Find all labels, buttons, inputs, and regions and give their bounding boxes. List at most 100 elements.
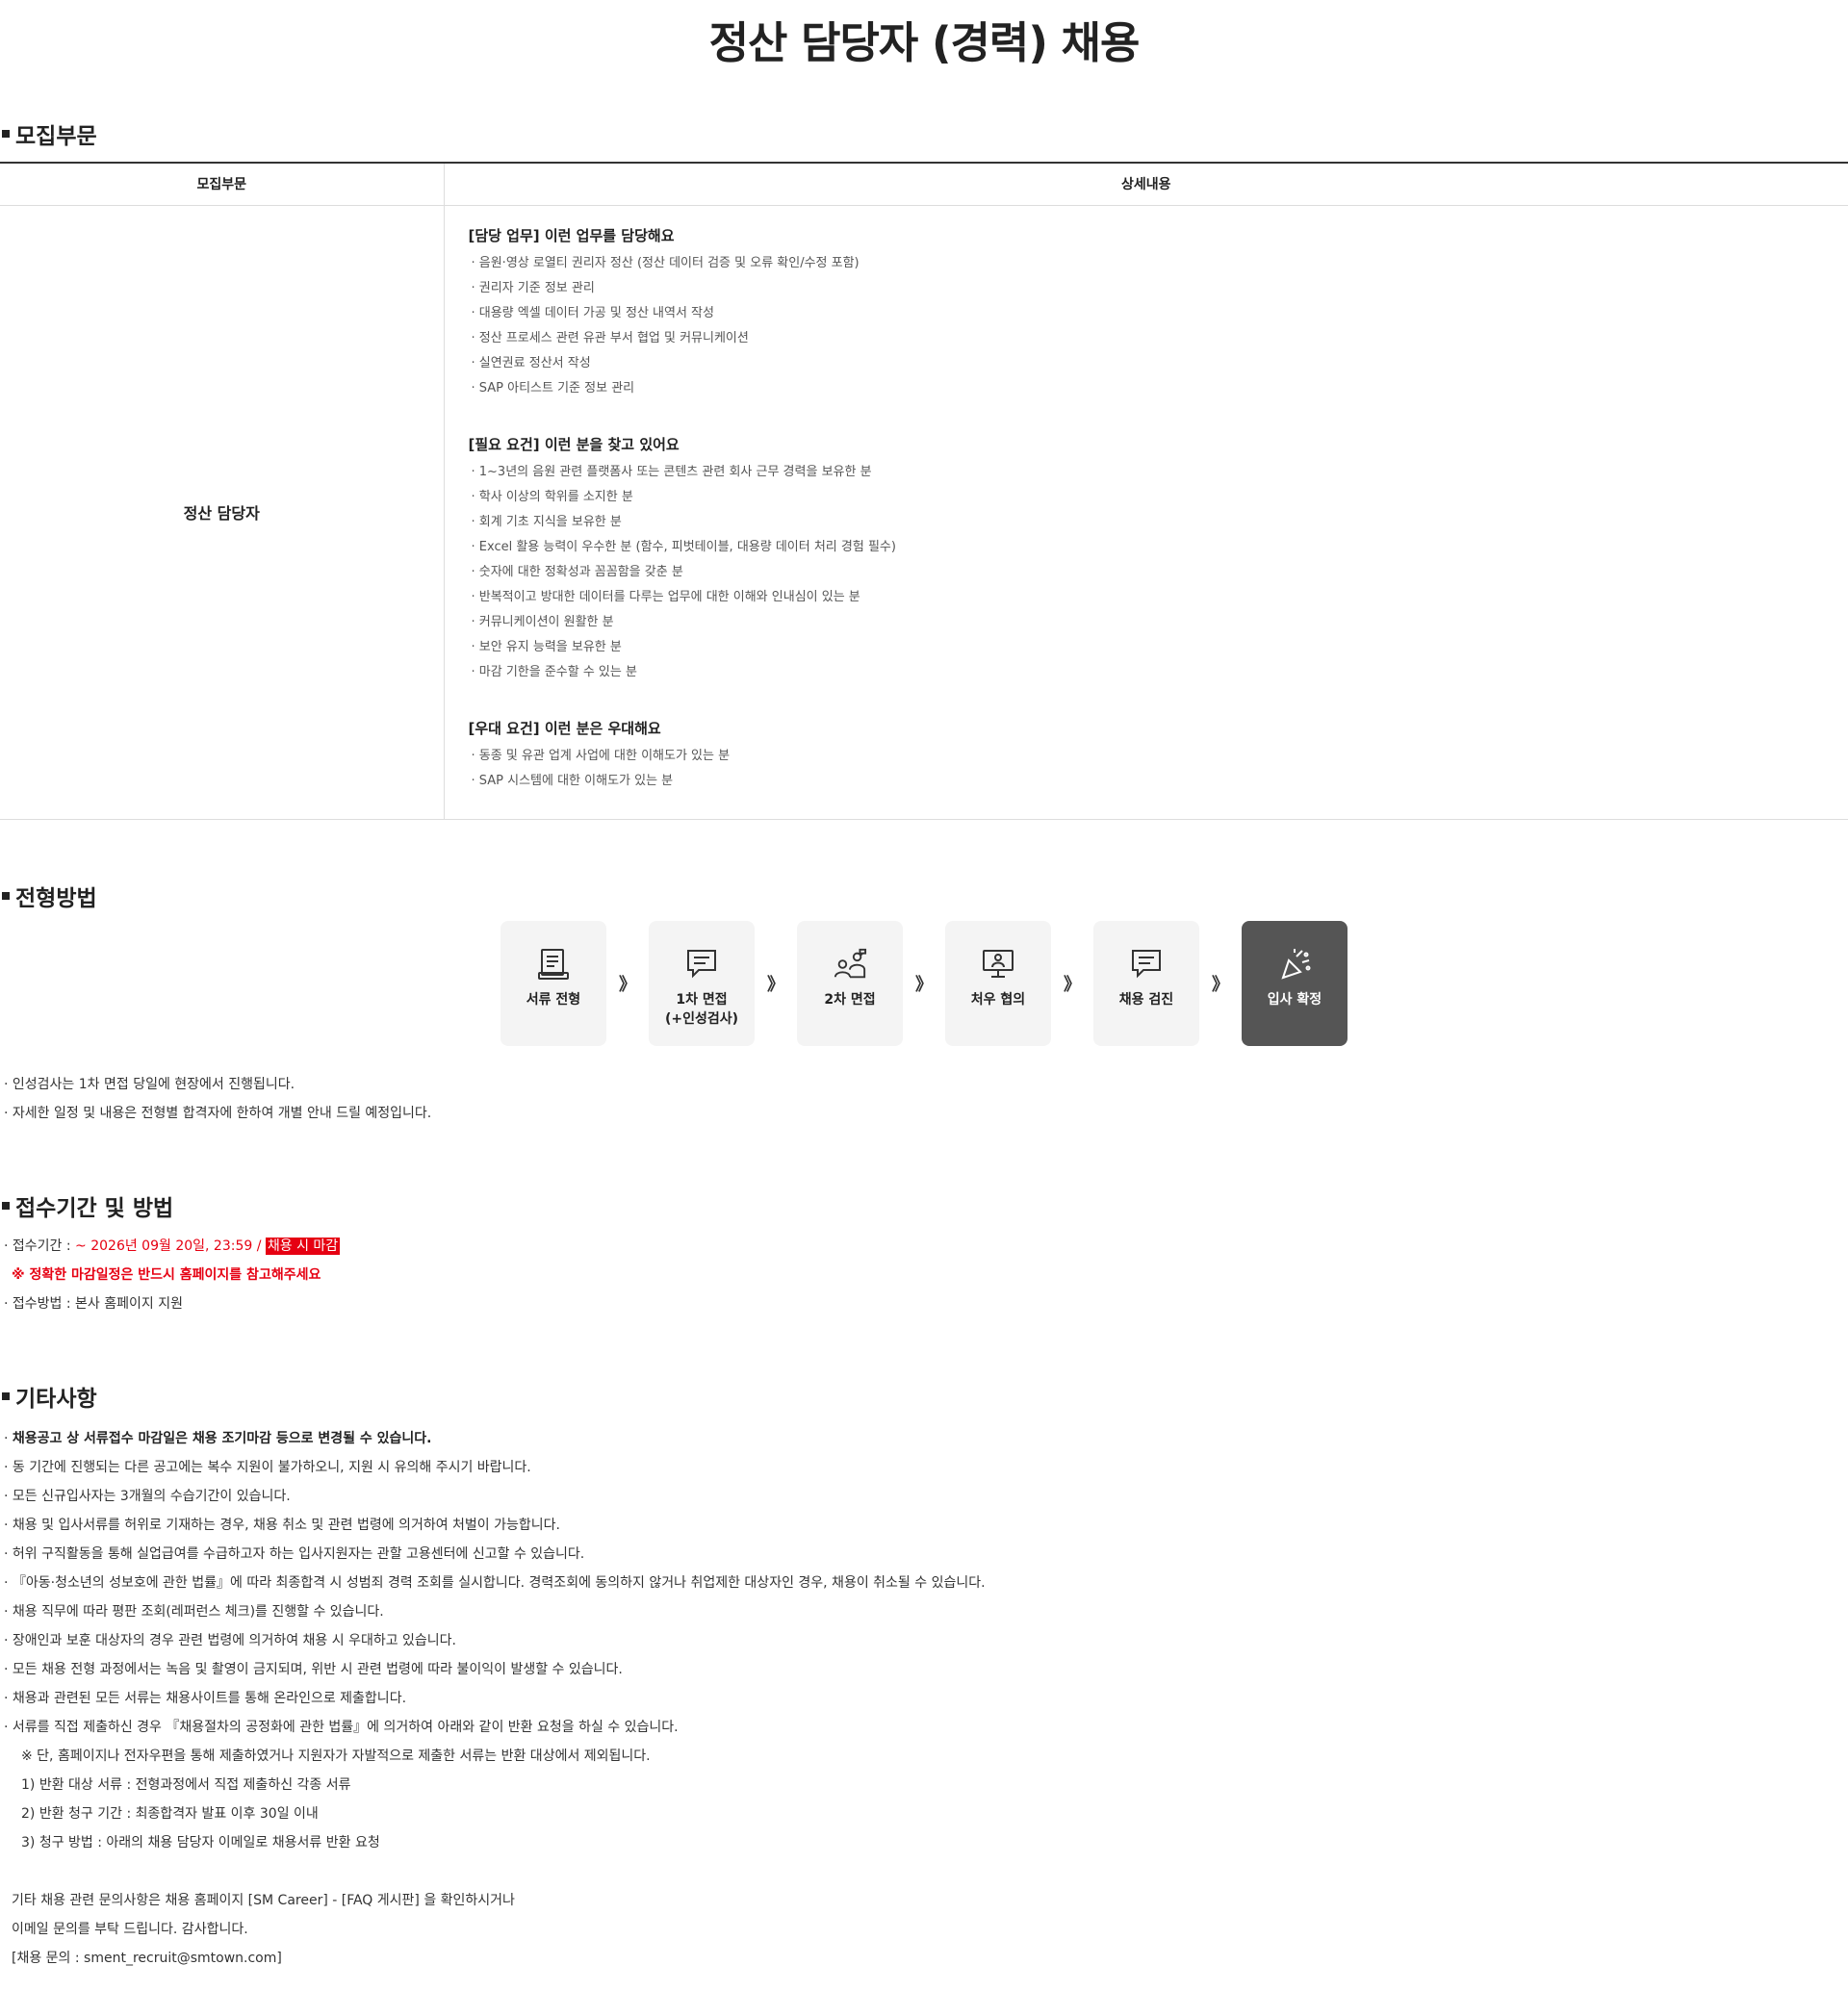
- step-label: 서류 전형: [526, 992, 581, 1008]
- chat-bubble-icon: [1129, 946, 1164, 983]
- list-item: · 채용 및 입사서류를 허위로 기재하는 경우, 채용 취소 및 관련 법령에…: [4, 1518, 560, 1533]
- section-etc-title: 기타사항: [15, 1387, 97, 1412]
- list-item: · 대용량 엑셀 데이터 가공 및 정산 내역서 작성: [471, 305, 714, 320]
- list-item: · 숫자에 대한 정확성과 꼼꼼함을 갖춘 분: [471, 564, 683, 579]
- list-item: · 서류를 직접 제출하신 경우 『채용절차의 공정화에 관한 법률』에 의거하…: [4, 1720, 679, 1735]
- col-header-detail: 상세내용: [444, 163, 1848, 206]
- sub-list-item: 2) 반환 청구 기간 : 최종합격자 발표 이후 30일 이내: [21, 1806, 319, 1822]
- list-item: · 허위 구직활동을 통해 실업급여를 수급하고자 하는 입사지원자는 관할 고…: [4, 1546, 585, 1562]
- list-item: · 채용과 관련된 모든 서류는 채용사이트를 통해 온라인으로 제출합니다.: [4, 1691, 407, 1706]
- section-recruit-title: 모집부문: [15, 124, 97, 149]
- step-label: 1차 면접 (+인성검사): [665, 990, 738, 1029]
- list-item: · 채용 직무에 따라 평판 조회(레퍼런스 체크)를 진행할 수 있습니다.: [4, 1604, 384, 1620]
- list-item: · 반복적이고 방대한 데이터를 다루는 업무에 대한 이해와 인내심이 있는 …: [471, 589, 860, 604]
- section-apply-title: 접수기간 및 방법: [15, 1196, 174, 1221]
- step-label: 처우 협의: [970, 992, 1026, 1008]
- section-process-heading: 전형방법: [0, 880, 97, 912]
- col-header-position: 모집부문: [0, 163, 445, 206]
- apply-period-value: ~ 2026년 09월 20일, 23:59 /: [75, 1238, 266, 1254]
- list-item: · 실연권료 정산서 작성: [471, 355, 591, 370]
- list-item: · 모든 신규입사자는 3개월의 수습기간이 있습니다.: [4, 1489, 291, 1504]
- step-first-interview: 1차 면접 (+인성검사): [649, 921, 755, 1046]
- step-second-interview: 2차 면접: [797, 921, 903, 1046]
- list-item: · 1~3년의 음원 관련 플랫폼사 또는 콘텐츠 관련 회사 근무 경력을 보…: [471, 464, 872, 479]
- duties-block: [담당 업무] 이런 업무를 담당해요 · 음원·영상 로열티 권리자 정산 (…: [469, 225, 1848, 401]
- step-document-screening: 서류 전형: [500, 921, 606, 1046]
- contact-line: 기타 채용 관련 문의사항은 채용 홈페이지 [SM Career] - [FA…: [12, 1893, 515, 1908]
- list-item: · 학사 이상의 학위를 소지한 분: [471, 489, 633, 504]
- list-item: · 권리자 기준 정보 관리: [471, 280, 595, 295]
- party-popper-icon: [1277, 946, 1312, 983]
- apply-period-label: · 접수기간 :: [4, 1238, 76, 1254]
- position-cell: 정산 담당자: [0, 205, 445, 820]
- section-apply-heading: 접수기간 및 방법: [0, 1189, 173, 1222]
- section-process-title: 전형방법: [15, 886, 97, 911]
- list-item: · 인성검사는 1차 면접 당일에 현장에서 진행됩니다.: [4, 1077, 295, 1092]
- square-bullet-icon: [2, 130, 10, 138]
- list-item: · 회계 기초 지식을 보유한 분: [471, 514, 622, 529]
- sub-list-item: ※ 단, 홈페이지나 전자우편을 통해 제출하였거나 지원자가 자발적으로 제출…: [21, 1749, 651, 1764]
- list-item: · 커뮤니케이션이 원활한 분: [471, 614, 614, 629]
- step-arrow: 》: [1212, 975, 1229, 995]
- duties-title: [담당 업무] 이런 업무를 담당해요: [468, 226, 675, 244]
- sub-list-item: 1) 반환 대상 서류 : 전형과정에서 직접 제출하신 각종 서류: [21, 1777, 351, 1793]
- list-item: · 음원·영상 로열티 권리자 정산 (정산 데이터 검증 및 오류 확인/수정…: [471, 255, 860, 270]
- preferred-title: [우대 요건] 이런 분은 우대해요: [468, 719, 661, 737]
- etc-bold-text: 채용공고 상 서류접수 마감일은 채용 조기마감 등으로 변경될 수 있습니다.: [12, 1431, 432, 1446]
- step-hire-confirmed: 입사 확정: [1242, 921, 1348, 1046]
- process-notes: · 인성검사는 1차 면접 당일에 현장에서 진행됩니다. · 자세한 일정 및…: [4, 1070, 431, 1128]
- process-steps: 서류 전형 》 1차 면접 (+인성검사) 》 2차 면접 》 처우 협의 》 …: [500, 921, 1348, 1046]
- section-recruit-heading: 모집부문: [0, 117, 97, 150]
- apply-period: · 접수기간 : ~ 2026년 09월 20일, 23:59 / 채용 시 마…: [4, 1232, 341, 1261]
- list-item: · 『아동·청소년의 성보호에 관한 법률』에 따라 최종합격 시 성범죄 경력…: [4, 1575, 986, 1591]
- step-arrow: 》: [915, 975, 933, 995]
- step-label-line1: 1차 면접: [676, 992, 728, 1008]
- deadline-note: ※ 정확한 마감일정은 반드시 홈페이지를 참고해주세요: [12, 1267, 321, 1283]
- step-compensation: 처우 협의: [945, 921, 1051, 1046]
- sub-list-item: 3) 청구 방법 : 아래의 채용 담당자 이메일로 채용서류 반환 요청: [21, 1835, 380, 1851]
- step-medical-check: 채용 검진: [1093, 921, 1199, 1046]
- etc-bold-line: · 채용공고 상 서류접수 마감일은 채용 조기마감 등으로 변경될 수 있습니…: [4, 1424, 986, 1453]
- square-bullet-icon: [2, 1392, 10, 1400]
- section-etc-heading: 기타사항: [0, 1380, 97, 1413]
- square-bullet-icon: [2, 1202, 10, 1210]
- page-title: 정산 담당자 (경력) 채용: [708, 17, 1141, 68]
- step-arrow: 》: [619, 975, 636, 995]
- bullet: ·: [4, 1431, 13, 1446]
- list-item: · 장애인과 보훈 대상자의 경우 관련 법령에 의거하여 채용 시 우대하고 …: [4, 1633, 457, 1648]
- step-label-line2: (+인성검사): [664, 1011, 739, 1027]
- list-item: · 마감 기한을 준수할 수 있는 분: [471, 664, 637, 679]
- requirements-title: [필요 요건] 이런 분을 찾고 있어요: [468, 435, 680, 453]
- step-label: 2차 면접: [824, 992, 876, 1008]
- detail-cell: [담당 업무] 이런 업무를 담당해요 · 음원·영상 로열티 권리자 정산 (…: [444, 205, 1848, 820]
- apply-method: · 접수방법 : 본사 홈페이지 지원: [4, 1296, 183, 1312]
- list-item: · 정산 프로세스 관련 유관 부서 협업 및 커뮤니케이션: [471, 330, 749, 345]
- table-row: 정산 담당자 [담당 업무] 이런 업무를 담당해요 · 음원·영상 로열티 권…: [0, 205, 1848, 820]
- preferred-block: [우대 요건] 이런 분은 우대해요 · 동종 및 유관 업계 사업에 대한 이…: [469, 718, 1848, 794]
- contact-email[interactable]: [채용 문의 : sment_recruit@smtown.com]: [4, 1944, 986, 1973]
- square-bullet-icon: [2, 892, 10, 900]
- list-item: · SAP 아티스트 기준 정보 관리: [471, 380, 635, 396]
- recruit-table: 모집부문 상세내용 정산 담당자 [담당 업무] 이런 업무를 담당해요 · 음…: [0, 162, 1848, 820]
- etc-notes: · 채용공고 상 서류접수 마감일은 채용 조기마감 등으로 변경될 수 있습니…: [4, 1424, 986, 1973]
- step-label: 채용 검진: [1118, 992, 1174, 1008]
- list-item: · 보안 유지 능력을 보유한 분: [471, 639, 622, 654]
- status-badge: 채용 시 마감: [265, 1238, 341, 1255]
- list-item: · 동종 및 유관 업계 사업에 대한 이해도가 있는 분: [471, 748, 731, 763]
- list-item: · Excel 활용 능력이 우수한 분 (함수, 피벗테이블, 대용량 데이터…: [471, 539, 896, 554]
- apply-info: · 접수기간 : ~ 2026년 09월 20일, 23:59 / 채용 시 마…: [4, 1232, 341, 1318]
- list-item: · 모든 채용 전형 과정에서는 녹음 및 촬영이 금지되며, 위반 시 관련 …: [4, 1662, 623, 1677]
- step-arrow: 》: [1064, 975, 1081, 995]
- monitor-person-icon: [981, 946, 1015, 983]
- chat-bubble-icon: [684, 946, 719, 983]
- requirements-block: [필요 요건] 이런 분을 찾고 있어요 · 1~3년의 음원 관련 플랫폼사 …: [469, 434, 1848, 685]
- list-item: · 자세한 일정 및 내용은 전형별 합격자에 한하여 개별 안내 드릴 예정입…: [4, 1106, 432, 1121]
- step-arrow: 》: [767, 975, 784, 995]
- table-header-row: 모집부문 상세내용: [0, 163, 1848, 206]
- step-label: 입사 확정: [1267, 992, 1322, 1008]
- list-item: · 동 기간에 진행되는 다른 공고에는 복수 지원이 불가하오니, 지원 시 …: [4, 1460, 531, 1475]
- interview-people-icon: [833, 946, 867, 983]
- contact-line: 이메일 문의를 부탁 드립니다. 감사합니다.: [12, 1922, 248, 1937]
- document-icon: [536, 946, 571, 983]
